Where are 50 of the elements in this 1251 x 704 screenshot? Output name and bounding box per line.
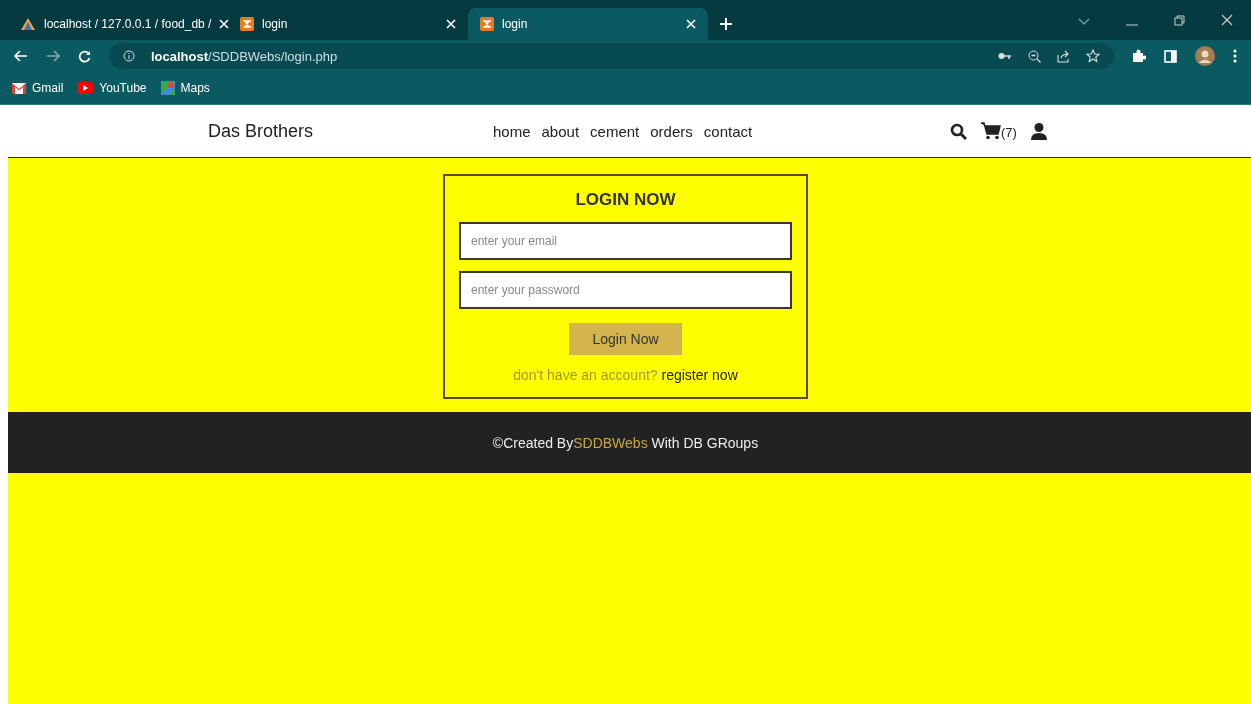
bookmark-link[interactable]: YouTube <box>77 81 147 95</box>
tab-title: login <box>502 17 529 31</box>
address-bar[interactable]: localhost/SDDBWebs/login.php <box>109 43 1114 69</box>
form-title: LOGIN NOW <box>575 190 676 210</box>
sailboat-icon <box>20 17 36 31</box>
side-panel-icon[interactable] <box>1164 49 1177 63</box>
close-icon[interactable] <box>1221 14 1233 26</box>
star-icon[interactable] <box>1086 49 1100 63</box>
info-icon <box>123 50 135 62</box>
back-arrow-icon[interactable] <box>14 50 28 62</box>
zoom-out-icon[interactable] <box>1028 49 1041 63</box>
url-text: localhost/SDDBWebs/login.php <box>151 48 338 64</box>
nav-link[interactable]: orders <box>650 122 693 140</box>
password-field[interactable]: enter your password <box>459 271 792 309</box>
footer-link[interactable]: SDDBWebs <box>573 434 648 451</box>
chevron-down-icon[interactable] <box>1078 18 1090 26</box>
puzzle-piece-icon[interactable] <box>1132 49 1146 63</box>
play-icon <box>77 82 94 94</box>
cart-link[interactable]: (7) <box>981 122 1017 140</box>
register-link[interactable]: register now <box>661 367 738 383</box>
envelope-icon <box>12 82 26 94</box>
user-icon[interactable] <box>1030 122 1047 140</box>
nav-link[interactable]: about <box>541 122 580 140</box>
new-tab-icon[interactable] <box>720 18 732 30</box>
more-vertical-icon[interactable] <box>1233 49 1237 63</box>
nav-link[interactable]: cement <box>590 122 640 140</box>
tab-title: login <box>262 17 289 31</box>
footer-credit: ©Created BySDDBWebs With DB GRoups <box>492 434 759 451</box>
nav-link[interactable]: contact <box>703 122 753 140</box>
browser-tab[interactable]: localhost / 127.0.0.1 / food_db / <box>8 8 228 40</box>
reload-icon[interactable] <box>78 49 91 63</box>
tab-title: localhost / 127.0.0.1 / food_db / <box>44 17 212 31</box>
browser-tab[interactable]: login <box>228 8 468 40</box>
email-field[interactable]: enter your email <box>459 222 792 260</box>
cart-icon <box>981 122 1001 140</box>
bookmark-link[interactable]: Gmail <box>12 81 64 95</box>
forward-arrow-icon[interactable] <box>46 50 60 62</box>
bookmark-link[interactable]: Maps <box>160 81 210 95</box>
key-icon[interactable] <box>998 52 1012 60</box>
login-button[interactable]: Login Now <box>569 323 682 355</box>
browser-tab[interactable]: login <box>468 8 708 40</box>
avatar-icon[interactable] <box>1195 46 1215 66</box>
restore-icon[interactable] <box>1174 15 1185 26</box>
app-logo-icon <box>480 17 494 31</box>
register-prompt: don't have an account? register now <box>513 367 738 383</box>
search-icon[interactable] <box>950 122 967 140</box>
map-icon <box>160 81 175 95</box>
app-logo-icon <box>240 17 254 31</box>
share-icon[interactable] <box>1057 49 1070 63</box>
nav-link[interactable]: home <box>493 122 531 140</box>
